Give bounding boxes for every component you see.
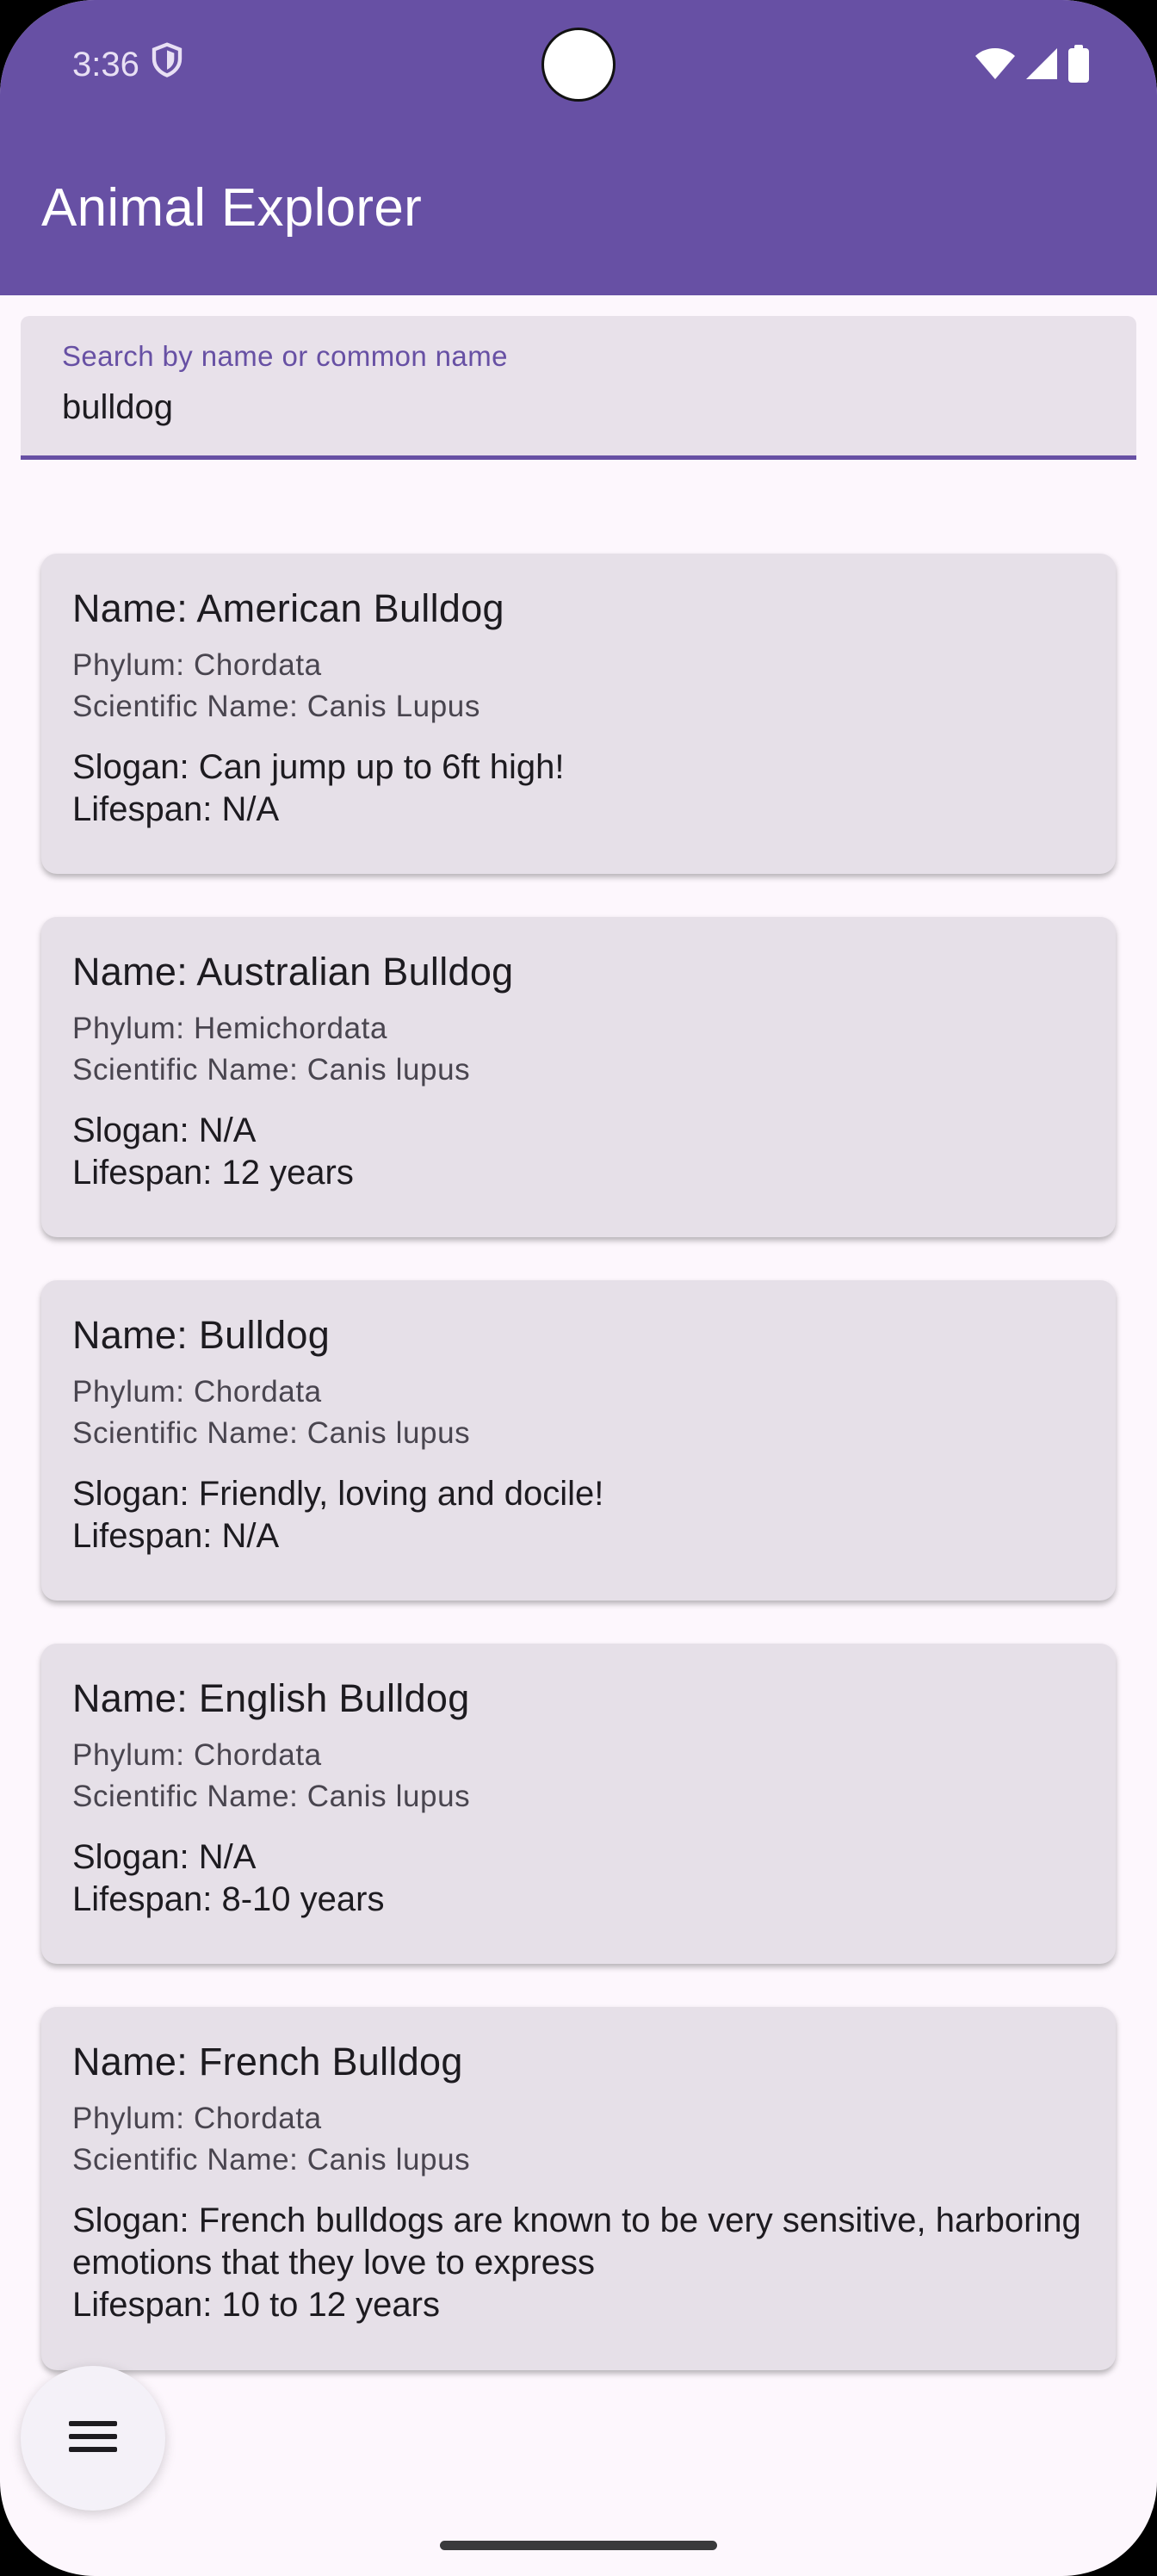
search-field[interactable]: Search by name or common name [21,316,1136,460]
animal-card[interactable]: Name: Bulldog Phylum: Chordata Scientifi… [41,1280,1116,1601]
animal-name: Name: American Bulldog [72,586,504,630]
animal-phylum: Phylum: Hemichordata [72,1012,388,1045]
shield-icon [150,41,184,88]
menu-fab-button[interactable] [21,2366,165,2511]
animal-slogan: Slogan: N/A [72,1112,257,1149]
status-bar-right [974,45,1090,83]
animal-slogan: Slogan: Friendly, loving and docile! [72,1475,604,1513]
camera-cutout [541,28,616,102]
status-bar-left: 3:36 [72,41,184,88]
animal-lifespan: Lifespan: 10 to 12 years [72,2286,440,2324]
animal-card[interactable]: Name: French Bulldog Phylum: Chordata Sc… [41,2007,1116,2370]
animal-lifespan: Lifespan: 8-10 years [72,1880,385,1918]
animal-lifespan: Lifespan: 12 years [72,1154,354,1192]
animal-phylum: Phylum: Chordata [72,1738,322,1772]
animal-name: Name: Australian Bulldog [72,950,514,994]
animal-card[interactable]: Name: English Bulldog Phylum: Chordata S… [41,1644,1116,1964]
phone-screen: 3:36 Animal Explorer Search by name or c… [0,0,1157,2576]
animal-slogan: Slogan: French bulldogs are known to be … [72,2201,1081,2282]
search-input[interactable] [62,381,1095,433]
animal-lifespan: Lifespan: N/A [72,790,280,828]
animal-card[interactable]: Name: American Bulldog Phylum: Chordata … [41,554,1116,874]
battery-icon [1067,45,1090,83]
menu-icon [69,2418,117,2460]
animal-name: Name: Bulldog [72,1313,331,1357]
animal-scientific-name: Scientific Name: Canis lupus [72,1416,471,1450]
animal-scientific-name: Scientific Name: Canis lupus [72,1780,471,1813]
status-time: 3:36 [72,45,139,84]
animal-name: Name: French Bulldog [72,2040,463,2084]
animal-scientific-name: Scientific Name: Canis lupus [72,2143,471,2177]
animal-lifespan: Lifespan: N/A [72,1517,280,1555]
animal-card[interactable]: Name: Australian Bulldog Phylum: Hemicho… [41,917,1116,1237]
animal-phylum: Phylum: Chordata [72,1375,322,1409]
animal-name: Name: English Bulldog [72,1676,470,1720]
search-label: Search by name or common name [62,340,508,372]
wifi-icon [974,46,1016,81]
signal-icon [1024,46,1059,81]
animal-slogan: Slogan: N/A [72,1838,257,1876]
animal-scientific-name: Scientific Name: Canis Lupus [72,690,480,723]
animal-phylum: Phylum: Chordata [72,2102,322,2135]
animal-scientific-name: Scientific Name: Canis lupus [72,1053,471,1087]
animal-slogan: Slogan: Can jump up to 6ft high! [72,748,565,786]
animal-phylum: Phylum: Chordata [72,648,322,682]
app-bar: 3:36 Animal Explorer [0,0,1157,295]
home-indicator[interactable] [440,2541,717,2550]
app-title: Animal Explorer [41,178,423,238]
